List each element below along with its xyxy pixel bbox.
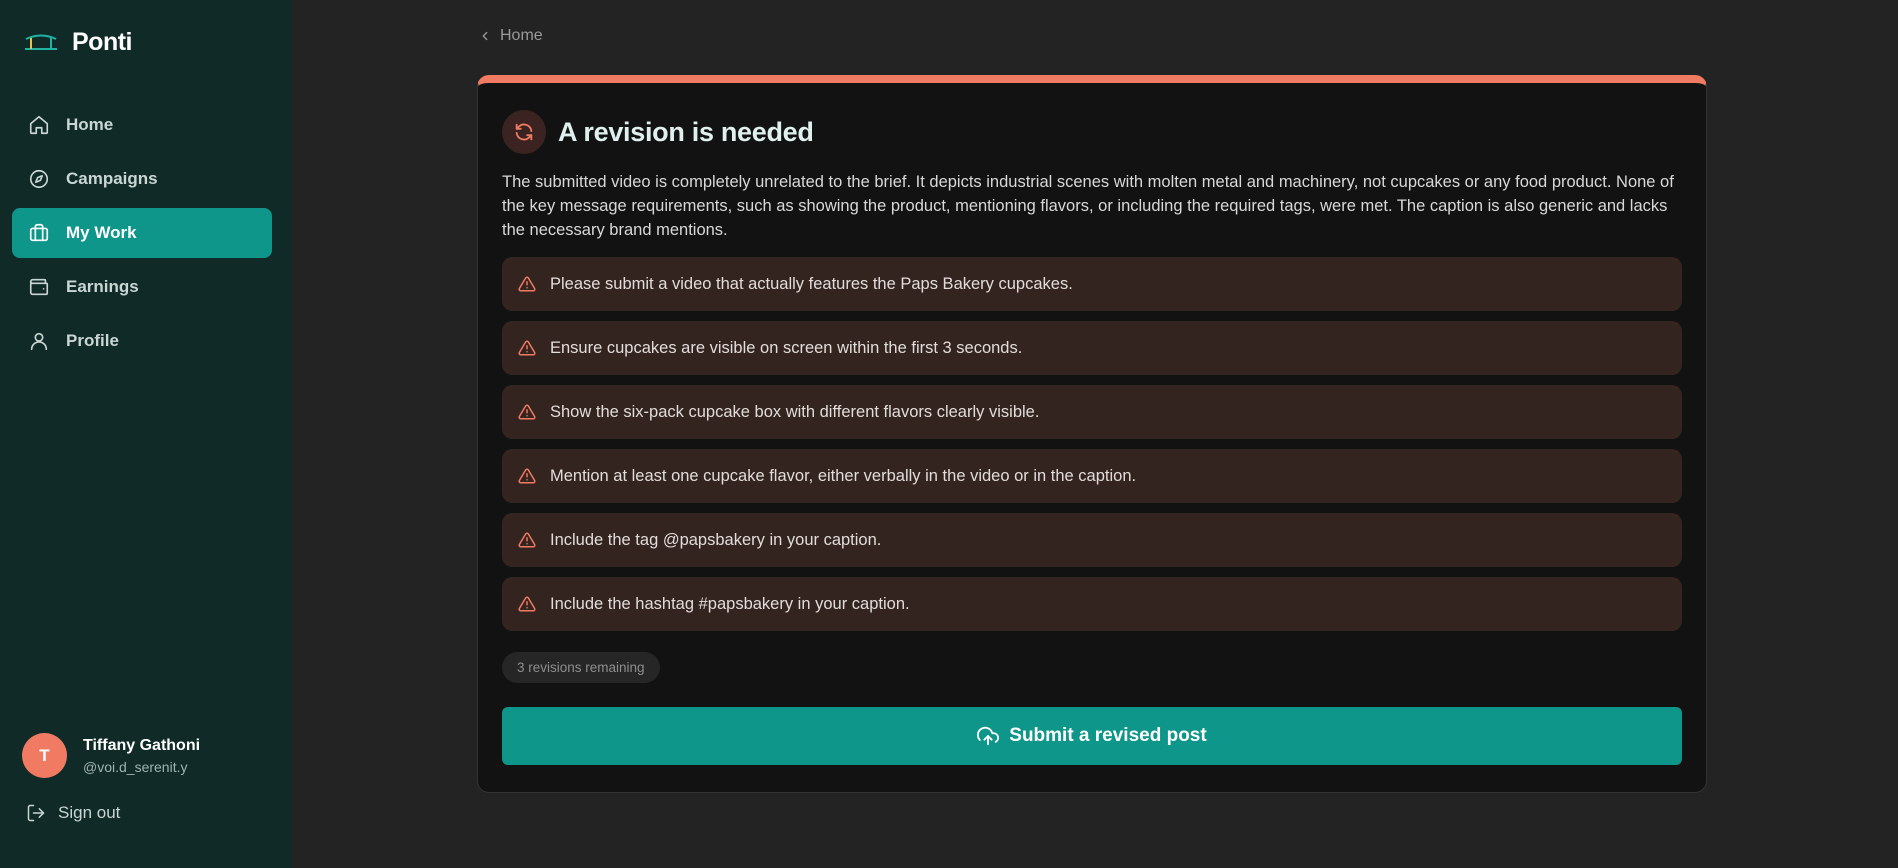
warning-triangle-icon <box>518 468 536 484</box>
revision-card: A revision is needed The submitted video… <box>477 75 1707 793</box>
user-info: Tiffany Gathoni @voi.d_serenit.y <box>83 737 200 775</box>
breadcrumb-label: Home <box>500 27 543 44</box>
sidebar-item-label: Profile <box>66 331 119 350</box>
submit-button-label: Submit a revised post <box>1009 725 1207 746</box>
issue-text: Please submit a video that actually feat… <box>550 274 1073 293</box>
issue-text: Include the tag @papsbakery in your capt… <box>550 530 882 549</box>
sidebar-item-label: Campaigns <box>66 169 158 188</box>
user-profile-summary[interactable]: T Tiffany Gathoni @voi.d_serenit.y <box>22 733 200 778</box>
issue-text: Show the six-pack cupcake box with diffe… <box>550 402 1040 421</box>
sidebar-nav: Home Campaigns My Work Earnings Profile <box>12 100 272 370</box>
sidebar-item-my-work[interactable]: My Work <box>12 208 272 258</box>
bridge-logo-icon <box>25 34 57 50</box>
app-root: Ponti Home Campaigns My Work Earnings Pr… <box>0 0 1898 868</box>
list-item: Include the tag @papsbakery in your capt… <box>502 513 1682 567</box>
main-content: Home A revision is needed The submitted … <box>292 0 1898 868</box>
revision-summary: The submitted video is completely unrela… <box>502 173 1674 239</box>
breadcrumb-back-link[interactable]: Home <box>478 27 543 45</box>
issue-text: Ensure cupcakes are visible on screen wi… <box>550 338 1023 357</box>
sidebar-item-home[interactable]: Home <box>12 100 272 150</box>
warning-triangle-icon <box>518 596 536 612</box>
warning-triangle-icon <box>518 532 536 548</box>
sidebar-item-label: My Work <box>66 223 137 242</box>
warning-triangle-icon <box>518 276 536 292</box>
sign-out-button[interactable]: Sign out <box>26 803 120 823</box>
avatar: T <box>22 733 67 778</box>
user-handle: @voi.d_serenit.y <box>83 758 188 775</box>
warning-triangle-icon <box>518 404 536 420</box>
log-out-icon <box>27 804 45 822</box>
user-name: Tiffany Gathoni <box>83 736 201 754</box>
upload-cloud-icon <box>977 726 1000 746</box>
page-title: A revision is needed <box>558 116 814 147</box>
revision-status-icon-wrapper <box>502 110 546 154</box>
list-item: Include the hashtag #papsbakery in your … <box>502 577 1682 631</box>
compass-icon <box>29 169 49 189</box>
warning-triangle-icon <box>518 340 536 356</box>
refresh-icon <box>515 123 533 141</box>
chevron-left-icon <box>482 31 488 41</box>
sidebar-item-label: Home <box>66 115 114 134</box>
brand[interactable]: Ponti <box>24 28 133 57</box>
wallet-icon <box>29 278 49 296</box>
list-item: Show the six-pack cupcake box with diffe… <box>502 385 1682 439</box>
card-header: A revision is needed <box>502 110 1682 154</box>
sidebar-item-label: Earnings <box>66 277 139 296</box>
list-item: Mention at least one cupcake flavor, eit… <box>502 449 1682 503</box>
brand-name: Ponti <box>72 28 133 56</box>
revision-issue-list: Please submit a video that actually feat… <box>502 257 1682 631</box>
sidebar-item-campaigns[interactable]: Campaigns <box>12 154 272 204</box>
briefcase-icon <box>29 223 49 242</box>
list-item: Please submit a video that actually feat… <box>502 257 1682 311</box>
sidebar-item-earnings[interactable]: Earnings <box>12 262 272 312</box>
sidebar: Ponti Home Campaigns My Work Earnings Pr… <box>0 0 292 868</box>
issue-text: Mention at least one cupcake flavor, eit… <box>550 466 1137 485</box>
sign-out-label: Sign out <box>58 803 121 822</box>
sidebar-item-profile[interactable]: Profile <box>12 316 272 366</box>
user-icon <box>30 332 48 351</box>
issue-text: Include the hashtag #papsbakery in your … <box>550 594 910 613</box>
home-icon <box>29 115 49 135</box>
submit-revised-post-button[interactable]: Submit a revised post <box>502 707 1682 765</box>
list-item: Ensure cupcakes are visible on screen wi… <box>502 321 1682 375</box>
revisions-remaining-badge: 3 revisions remaining <box>502 652 660 683</box>
